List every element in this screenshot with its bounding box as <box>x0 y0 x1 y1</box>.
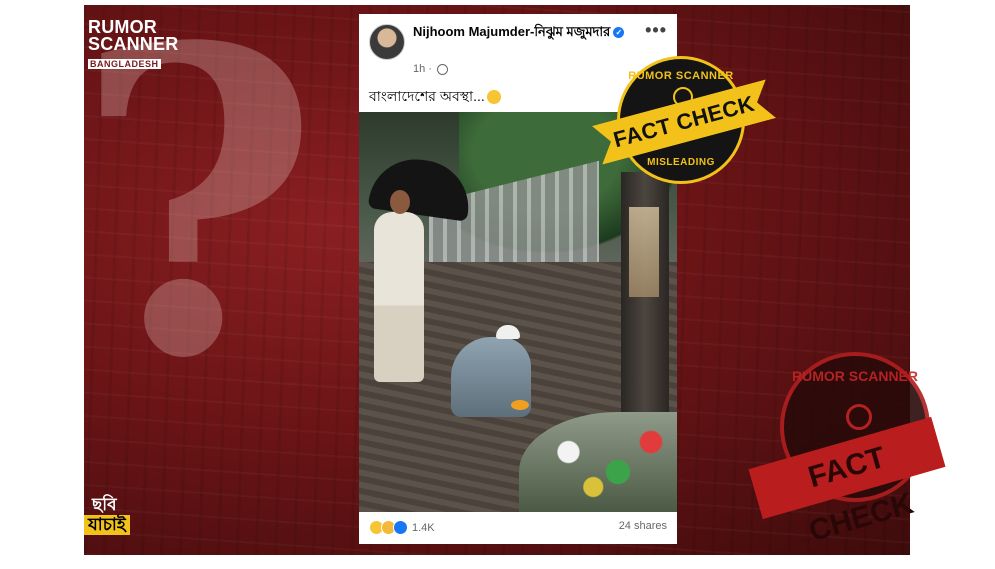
rumor-scanner-logo: RUMOR SCANNER BANGLADESH <box>88 18 179 70</box>
like-reaction-icon <box>393 520 408 535</box>
author-name-text[interactable]: Nijhoom Majumder-নিঝুম মজুমদার <box>413 24 610 39</box>
caption-text: বাংলাদেশের অবস্থা... <box>369 88 485 104</box>
post-timestamp[interactable]: 1h · <box>413 63 449 75</box>
logo-line-scanner: SCANNER <box>88 34 179 54</box>
badge-brand-text: RUMOR SCANNER <box>628 70 734 82</box>
photo-poster <box>629 207 659 297</box>
sad-emoji-icon <box>486 90 501 105</box>
timestamp-text[interactable]: 1h <box>413 63 425 75</box>
photo-standing-man-head <box>390 190 410 214</box>
reaction-count[interactable]: 1.4K <box>412 522 435 534</box>
stamp-scanner-icon <box>846 404 872 430</box>
post-caption: বাংলাদেশের অবস্থা... <box>369 85 501 109</box>
verdict-label: MISLEADING <box>647 157 715 168</box>
post-photo[interactable] <box>359 112 677 512</box>
jachai-label: যাচাই <box>84 515 130 535</box>
chobi-jachai-logo: ছবি যাচাই <box>84 495 130 535</box>
globe-icon <box>437 63 449 75</box>
chobi-label: ছবি <box>92 495 117 514</box>
photo-prayer-cap <box>496 325 520 339</box>
logo-line-bangladesh: BANGLADESH <box>88 59 161 69</box>
stamp-brand-text: RUMOR SCANNER <box>792 368 918 384</box>
author-name[interactable]: Nijhoom Majumder-নিঝুম মজুমদার ✓ <box>413 23 633 40</box>
verified-badge-icon: ✓ <box>613 27 625 39</box>
more-options-icon[interactable]: ••• <box>645 20 667 41</box>
author-avatar[interactable] <box>369 24 405 60</box>
share-count[interactable]: 24 shares <box>619 520 667 532</box>
canvas: ? RUMOR SCANNER BANGLADESH ছবি যাচাই Nij… <box>0 0 995 560</box>
reaction-summary[interactable]: 1.4K <box>369 520 435 535</box>
photo-food-item <box>511 400 529 410</box>
photo-standing-man <box>374 190 424 382</box>
